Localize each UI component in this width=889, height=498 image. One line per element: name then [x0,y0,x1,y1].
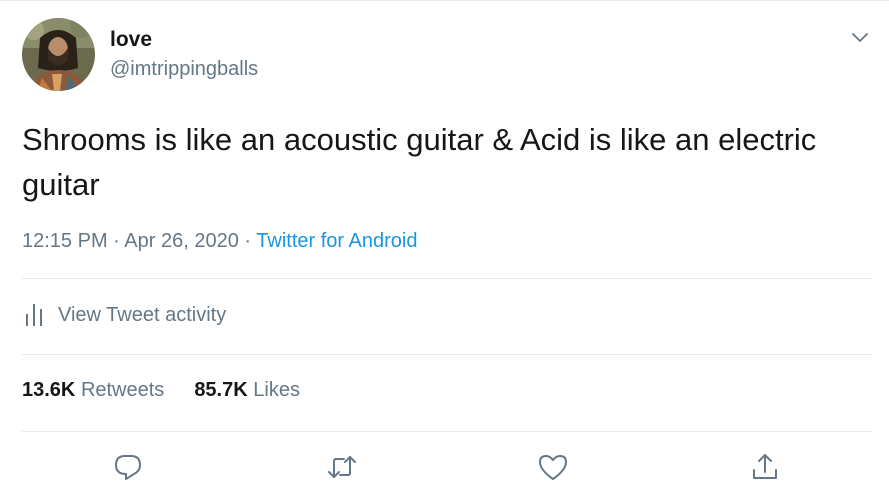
view-tweet-activity-button[interactable]: View Tweet activity [22,302,226,328]
likes-label: Likes [253,379,300,401]
meta-separator: · [244,230,252,252]
meta-separator: · [113,230,120,252]
share-icon[interactable] [749,451,781,483]
retweets-label: Retweets [80,379,165,401]
reply-icon[interactable] [112,451,144,483]
tweet-actions [0,451,889,483]
heart-icon[interactable] [537,451,569,483]
tweet-source-link[interactable]: Twitter for Android [256,230,417,252]
divider [22,431,873,432]
tweet-card: love @imtrippingballs Shrooms is like an… [0,0,889,498]
tweet-text: Shrooms is like an acoustic guitar & Aci… [22,122,817,202]
chevron-down-icon[interactable] [848,25,872,49]
tweet-time[interactable]: 12:15 PM [22,230,108,252]
bar-chart-icon [22,302,46,328]
tweet-meta: 12:15 PM · Apr 26, 2020 · Twitter for An… [22,230,417,253]
likes-count: 85.7K [194,379,248,401]
tweet-date[interactable]: Apr 26, 2020 [124,230,239,252]
user-handle[interactable]: @imtrippingballs [110,58,258,81]
likes-stat[interactable]: 85.7K Likes [194,379,300,402]
avatar[interactable] [22,18,95,91]
retweets-count: 13.6K [22,379,76,401]
activity-label: View Tweet activity [58,303,227,326]
retweet-icon[interactable] [326,451,358,483]
divider [22,354,873,355]
divider [22,278,873,279]
retweets-stat[interactable]: 13.6K Retweets [22,379,164,402]
tweet-stats: 13.6K Retweets 85.7K Likes [22,379,330,402]
display-name[interactable]: love [110,28,152,52]
